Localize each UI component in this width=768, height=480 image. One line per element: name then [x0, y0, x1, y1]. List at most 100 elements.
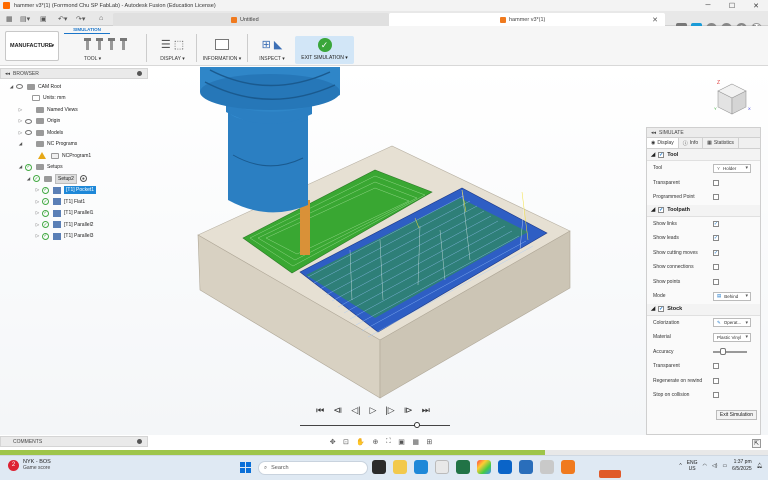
fit-icon[interactable]: ⛶	[386, 438, 391, 446]
mode-dropdown[interactable]: ▤ Behind	[713, 291, 751, 301]
grid-icon[interactable]: ▦	[412, 438, 419, 446]
expand-icon[interactable]: ◢	[9, 84, 14, 90]
exit-simulation-small-button[interactable]: Exit Simulation	[715, 410, 757, 420]
tab-statistics[interactable]: ▦ Statistics	[703, 138, 739, 148]
visibility-icon[interactable]	[16, 84, 23, 90]
tree-item-ncprogram1[interactable]: NCProgram1	[0, 150, 148, 162]
stock-section-header[interactable]: ◢ ✓ Stock	[647, 303, 760, 316]
step-back-icon[interactable]: ◁|	[351, 405, 360, 416]
pin-icon[interactable]	[137, 71, 142, 76]
tool-mode-dropdown[interactable]: Y Holder	[713, 163, 751, 173]
expand-icon[interactable]: ▷	[35, 199, 40, 205]
orbit-icon[interactable]: ✥	[330, 438, 336, 446]
tree-item-setups[interactable]: ◢ ✓ Setups	[0, 162, 148, 174]
language-indicator[interactable]: ENG US	[687, 460, 698, 472]
next-operation-icon[interactable]: ⧐	[404, 405, 413, 416]
tool-section-header[interactable]: ◢ ✓ Tool	[647, 149, 760, 161]
collapse-icon[interactable]: ◂◂	[651, 130, 656, 136]
tab-hammer[interactable]: hammer v3*(1) ✕	[389, 13, 665, 26]
pin-icon[interactable]	[137, 439, 142, 444]
show-points-checkbox[interactable]	[713, 278, 719, 285]
minimize-button[interactable]: ─	[696, 0, 720, 11]
news-widget[interactable]: 2 NYK - BOS Game score	[8, 459, 51, 471]
search-box[interactable]: ⌕ Search	[258, 461, 621, 478]
outlook-icon[interactable]	[498, 460, 512, 474]
expand-icon[interactable]: ▷	[18, 130, 23, 136]
step-forward-icon[interactable]: |▷	[385, 405, 394, 416]
undo-icon[interactable]: ↶▾	[58, 13, 67, 24]
volume-icon[interactable]: ◁)	[712, 463, 718, 469]
visibility-icon[interactable]	[25, 118, 32, 124]
timeline-handle[interactable]	[414, 422, 420, 428]
excel-icon[interactable]	[456, 460, 470, 474]
expand-panel-icon[interactable]: ⇱	[752, 439, 761, 448]
comments-panel[interactable]: COMMENTS	[0, 436, 148, 447]
expand-icon[interactable]: ◢	[18, 164, 23, 170]
tree-item-units[interactable]: Units: mm	[0, 93, 148, 105]
show-connections-checkbox[interactable]	[713, 264, 719, 271]
file-menu-icon[interactable]: ▤▾	[20, 13, 30, 24]
toolpath-section-checkbox[interactable]: ✓	[658, 207, 665, 213]
material-dropdown[interactable]: Plastic Vinyl	[713, 332, 751, 342]
programmed-point-checkbox[interactable]	[713, 194, 719, 201]
show-hidden-icons[interactable]: ^	[679, 463, 681, 469]
tree-item-pocket1[interactable]: ▷ ✓ [T1] Pocket1	[0, 185, 148, 197]
collapse-section-icon[interactable]: ◢	[651, 152, 655, 158]
close-tab-icon[interactable]: ✕	[652, 16, 658, 24]
tree-item-origin[interactable]: ▷ Origin	[0, 116, 148, 128]
viewports-icon[interactable]: ⊞	[426, 438, 432, 446]
maximize-button[interactable]: ☐	[720, 0, 744, 11]
tree-item-setup2[interactable]: ◢ ✓ Setup2 ●	[0, 173, 148, 185]
expand-icon[interactable]: ▷	[35, 187, 40, 193]
show-leads-checkbox[interactable]: ✓	[713, 235, 719, 242]
tree-item-parallel3[interactable]: ▷ ✓ [T1] Parallel3	[0, 231, 148, 243]
notification-bell-icon[interactable]: 🔔︎	[757, 463, 763, 469]
zoom-icon[interactable]: ⊕	[373, 438, 379, 446]
accuracy-slider[interactable]	[713, 348, 747, 356]
grid-menu-icon[interactable]: ▦	[6, 13, 13, 24]
go-to-start-icon[interactable]: ⏮	[316, 405, 324, 416]
expand-icon[interactable]: ◢	[18, 141, 23, 147]
task-view-icon[interactable]	[372, 460, 386, 474]
pan-icon[interactable]: ✋	[356, 438, 365, 446]
collapse-section-icon[interactable]: ◢	[651, 207, 655, 213]
tab-info[interactable]: ⓘ Info	[679, 138, 704, 148]
tree-item-parallel2[interactable]: ▷ ✓ [T1] Parallel2	[0, 219, 148, 231]
tab-untitled[interactable]: Untitled	[113, 13, 389, 26]
regenerate-checkbox[interactable]	[713, 377, 719, 384]
simulate-header[interactable]: ◂◂ SIMULATE	[647, 128, 760, 138]
app-icon[interactable]	[540, 460, 554, 474]
chrome-icon[interactable]	[477, 460, 491, 474]
tool-transparent-checkbox[interactable]	[713, 179, 719, 186]
go-to-end-icon[interactable]: ⏭	[422, 405, 430, 416]
store-icon[interactable]	[435, 460, 449, 474]
tree-item-models[interactable]: ▷ Models	[0, 127, 148, 139]
tree-item-named-views[interactable]: ▷ Named Views	[0, 104, 148, 116]
inspect-group[interactable]: ⊞ ◣ INSPECT ▾	[251, 36, 293, 64]
clock[interactable]: 1:37 pm 6/5/2025	[732, 459, 751, 473]
exit-simulation-button[interactable]: ✓ EXIT SIMULATION ▾	[295, 36, 354, 64]
expand-icon[interactable]: ▷	[35, 233, 40, 239]
close-button[interactable]: ✕	[744, 0, 768, 11]
tab-simulation[interactable]: SIMULATION	[64, 27, 110, 34]
tree-item-cam-root[interactable]: ◢ CAM Root	[0, 81, 148, 93]
stop-on-collision-checkbox[interactable]	[713, 392, 719, 399]
tree-item-flat1[interactable]: ▷ ✓ [T1] Flat1	[0, 196, 148, 208]
tree-item-nc-programs[interactable]: ◢ NC Programs	[0, 139, 148, 151]
workspace-selector[interactable]: MANUFACTURE ▾	[5, 31, 59, 61]
redo-icon[interactable]: ↷▾	[76, 13, 85, 24]
previous-operation-icon[interactable]: ⧏	[333, 405, 342, 416]
look-at-icon[interactable]: ⊡	[343, 438, 349, 446]
stock-section-checkbox[interactable]: ✓	[658, 306, 665, 312]
expand-icon[interactable]: ◢	[26, 176, 31, 182]
tab-display[interactable]: ◉ Display	[647, 138, 679, 148]
toolpath-section-header[interactable]: ◢ ✓ Toolpath	[647, 204, 760, 217]
play-icon[interactable]: ▷	[370, 405, 377, 416]
save-icon[interactable]: ▣	[40, 13, 47, 24]
visibility-icon[interactable]	[25, 130, 32, 136]
collapse-icon[interactable]: ◂◂	[5, 71, 10, 77]
wifi-icon[interactable]: ◠	[703, 463, 707, 469]
tree-item-parallel1[interactable]: ▷ ✓ [T1] Parallel1	[0, 208, 148, 220]
expand-icon[interactable]: ▷	[18, 118, 23, 124]
edge-icon[interactable]	[414, 460, 428, 474]
